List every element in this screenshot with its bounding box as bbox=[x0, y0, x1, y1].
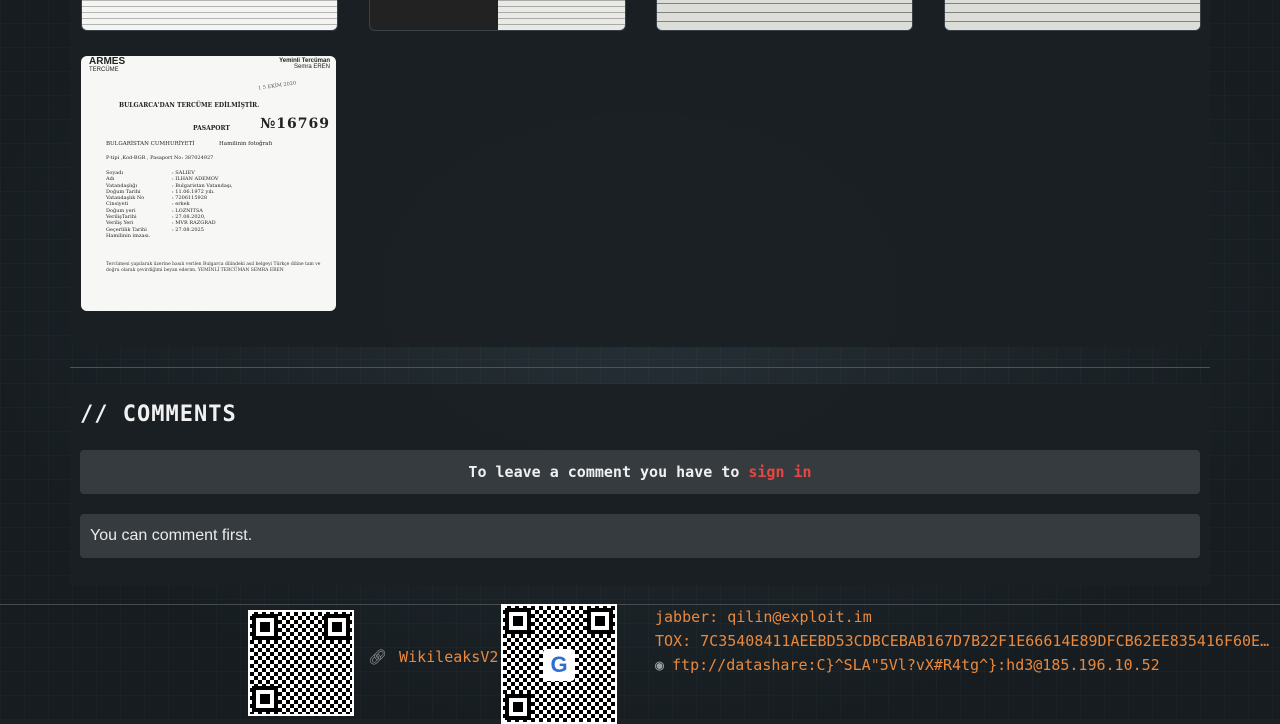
tox-contact[interactable]: TOX: 7C35408411AEEBD53CDBCEBAB167D7B22F1… bbox=[655, 632, 1275, 650]
comments-title: // COMMENTS bbox=[80, 402, 237, 427]
doc-field-row: Hamilinin imzası. bbox=[106, 233, 233, 239]
doc-country: BULGARİSTAN CUMHURİYETİ bbox=[106, 141, 195, 147]
ftp-row[interactable]: ◉ ftp://datashare:C}^SLA"5Vl?vX#R4tg^}:hd… bbox=[655, 656, 1160, 674]
section-divider bbox=[70, 367, 1210, 368]
doc-field-value: : Bulgaristan Vatandaşı, bbox=[172, 182, 233, 189]
wikileaks-link[interactable]: WikileaksV2 bbox=[399, 648, 498, 666]
doc-field-value: : SALIEV bbox=[172, 170, 195, 176]
ftp-link[interactable]: ftp://datashare:C}^SLA"5Vl?vX#R4tg^}:hd3… bbox=[672, 656, 1160, 674]
doc-field-value: : erkek bbox=[172, 201, 190, 208]
doc-field-value: : 27.08.2025 bbox=[172, 226, 204, 233]
qr-code-left bbox=[248, 610, 354, 716]
attachment-thumbnail[interactable] bbox=[656, 0, 913, 31]
doc-footer: Tercümesi yapılarak üzerine basılı veril… bbox=[106, 262, 321, 273]
doc-header: BULGARCA'DAN TERCÜME EDİLMİŞTİR. bbox=[119, 102, 260, 109]
doc-field-value: : 7206115928 bbox=[172, 195, 208, 202]
empty-comments-message: You can comment first. bbox=[80, 514, 1200, 558]
attachment-thumbnail-passport[interactable]: ARMES TERCÜME Yeminli Tercüman Semra EREN … bbox=[81, 56, 336, 311]
qr-code-right: G bbox=[501, 604, 617, 724]
jabber-contact[interactable]: jabber: qilin@exploit.im bbox=[655, 608, 872, 626]
doc-field-value: : ILHAN ADEMOV bbox=[172, 176, 219, 183]
wikileaks-link-row[interactable]: 🔗︎ WikileaksV2 bbox=[368, 648, 498, 666]
signin-prefix: To leave a comment you have to bbox=[468, 463, 740, 481]
footer-divider bbox=[0, 604, 1280, 605]
qr-center-logo: G bbox=[543, 649, 575, 681]
doc-passport-line: P-tipi ,Kod-BGR , Pasaport No: 387024927 bbox=[106, 155, 214, 161]
doc-fields: Soyadı: SALIEV Adı: ILHAN ADEMOV Vatandaşl… bbox=[106, 170, 233, 239]
signin-prompt: To leave a comment you have to sign in bbox=[80, 450, 1200, 494]
attachment-thumbnail[interactable] bbox=[369, 0, 626, 31]
doc-passport-number: №16769 bbox=[260, 116, 330, 132]
doc-field-key: Hamilinin imzası. bbox=[106, 232, 151, 239]
signin-link[interactable]: sign in bbox=[748, 463, 811, 481]
link-icon: 🔗︎ bbox=[368, 648, 388, 666]
doc-field-value: : 27.08.2020, bbox=[172, 214, 206, 221]
eye-icon: ◉ bbox=[655, 656, 665, 674]
doc-field-value: : LOZNITSA bbox=[172, 207, 203, 214]
attachment-thumbnail[interactable] bbox=[81, 0, 338, 31]
doc-sworn-translator: Yeminli Tercüman Semra EREN bbox=[279, 58, 330, 70]
doc-field-value: : 11.06.1972 yılı. bbox=[172, 188, 215, 195]
doc-stamp: 1 5 EKİM 2020 bbox=[257, 80, 297, 92]
doc-field-value: : MVR RAZGRAD bbox=[172, 220, 216, 227]
doc-logo: ARMES TERCÜME bbox=[89, 56, 126, 73]
attachment-thumbnail[interactable] bbox=[944, 0, 1201, 31]
comments-section: // COMMENTS To leave a comment you have … bbox=[70, 384, 1210, 586]
doc-passport-title: PASAPORT bbox=[193, 125, 230, 132]
doc-photo-label: Hamilinin fotoğrafı bbox=[219, 141, 273, 147]
